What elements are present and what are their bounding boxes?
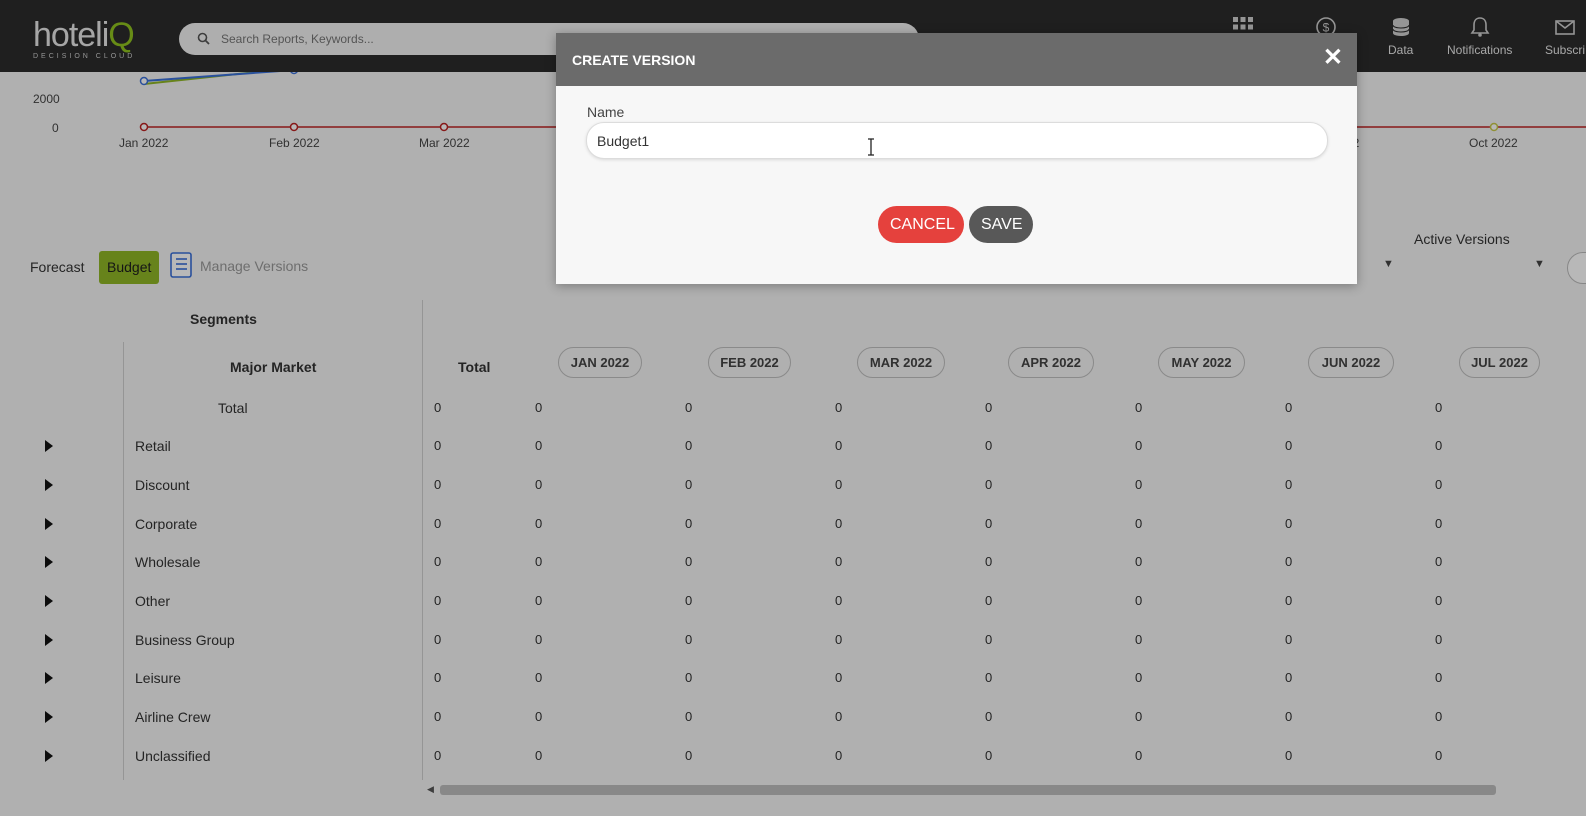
version-name-input[interactable] — [586, 122, 1328, 159]
cancel-button[interactable]: CANCEL — [878, 206, 964, 243]
dialog-title: CREATE VERSION — [572, 52, 696, 68]
create-version-dialog: CREATE VERSION ✕ Name CANCEL SAVE — [556, 33, 1357, 284]
save-button[interactable]: SAVE — [969, 206, 1033, 243]
text-cursor-icon — [867, 138, 875, 161]
name-label: Name — [587, 104, 625, 120]
close-icon[interactable]: ✕ — [1323, 46, 1343, 70]
dialog-header: CREATE VERSION ✕ — [556, 33, 1357, 86]
